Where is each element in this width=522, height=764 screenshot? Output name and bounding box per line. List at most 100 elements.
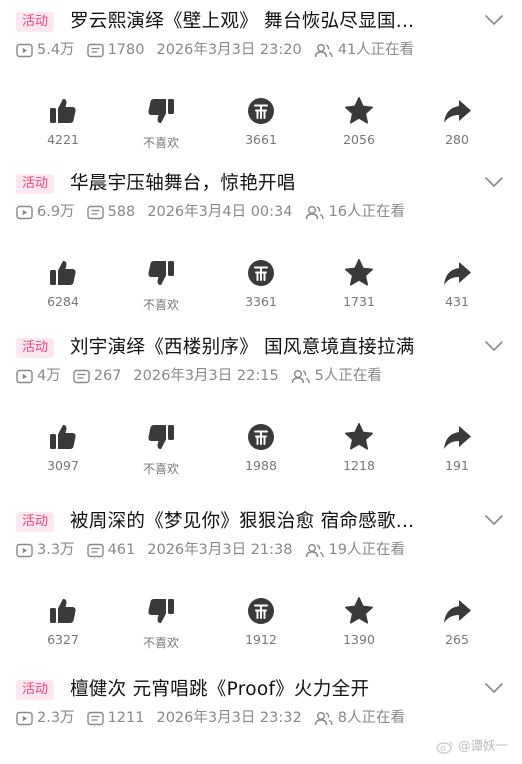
like-button[interactable]: 3097 [23,422,103,473]
comment-count-icon [86,205,104,219]
video-title[interactable]: 刘宇演绎《西楼别序》 国风意境直接拉满 [70,334,415,362]
comment-count: 1780 [107,42,145,58]
activity-tag: 活动 [16,174,55,194]
favorite-button[interactable]: 2056 [319,96,399,147]
star-icon [345,597,373,624]
viewers-icon [314,711,333,725]
coin-button[interactable]: 3661 [221,96,301,147]
favorite-button[interactable]: 1731 [319,258,399,309]
item-meta-row: 3.3万 461 2026年3月3日 21:38 19人正在看 [16,539,496,561]
item-title-row[interactable]: 活动 被周深的《梦见你》狠狠治愈 宿命感歌... [16,508,506,536]
favorite-label: 1731 [343,294,375,309]
coin-icon [248,260,274,286]
like-button[interactable]: 6327 [23,596,103,647]
viewers-icon [305,205,324,219]
action-bar: 3097 不喜欢 1988 1218 191 [0,422,522,482]
comment-count-icon [86,543,104,557]
chevron-down-icon[interactable] [482,336,506,356]
item-meta-row: 2.3万 1211 2026年3月3日 23:32 8人正在看 [16,707,496,729]
share-label: 280 [445,132,469,147]
coin-button[interactable]: 3361 [221,258,301,309]
dislike-button[interactable]: 不喜欢 [121,422,201,476]
like-button[interactable]: 4221 [23,96,103,147]
coin-label: 1988 [245,458,277,473]
favorite-button[interactable]: 1218 [319,422,399,473]
dislike-label: 不喜欢 [142,462,179,476]
play-count-icon [16,369,33,383]
activity-tag: 活动 [16,512,55,532]
chevron-down-icon[interactable] [482,172,506,192]
dislike-button[interactable]: 不喜欢 [121,596,201,650]
share-icon [444,262,471,285]
favorite-label: 2056 [343,132,375,147]
coin-label: 1912 [245,632,277,647]
coin-button[interactable]: 1912 [221,596,301,647]
star-icon [345,259,373,286]
video-title[interactable]: 华晨宇压轴舞台，惊艳开唱 [70,170,296,198]
chevron-down-icon[interactable] [482,678,506,698]
play-count-icon [16,43,33,57]
like-label: 6284 [47,294,79,309]
watermark-text: @谭妖一 [457,738,508,753]
favorite-label: 1218 [343,458,375,473]
view-count: 2.3万 [37,710,75,726]
publish-time: 2026年3月4日 00:34 [147,204,293,220]
dislike-label: 不喜欢 [142,136,179,150]
comment-count: 1211 [107,710,145,726]
watching-count: 5人正在看 [314,368,382,384]
comment-count: 461 [107,542,136,558]
favorite-label: 1390 [343,632,375,647]
thumbs-up-icon [50,598,76,623]
dislike-button[interactable]: 不喜欢 [121,258,201,312]
thumbs-down-icon [148,599,174,624]
dislike-button[interactable]: 不喜欢 [121,96,201,150]
dislike-label: 不喜欢 [142,636,179,650]
coin-icon [248,424,274,450]
item-meta-row: 4万 267 2026年3月3日 22:15 5人正在看 [16,365,496,387]
watermark: @谭妖一 [436,735,508,754]
share-button[interactable]: 431 [417,258,497,309]
like-button[interactable]: 6284 [23,258,103,309]
favorite-button[interactable]: 1390 [319,596,399,647]
item-title-row[interactable]: 活动 罗云熙演绎《壁上观》 舞台恢弘尽显国... [16,8,506,36]
view-count: 6.9万 [37,204,75,220]
share-label: 191 [445,458,469,473]
share-label: 431 [445,294,469,309]
video-title[interactable]: 罗云熙演绎《壁上观》 舞台恢弘尽显国... [70,8,414,36]
item-title-row[interactable]: 活动 刘宇演绎《西楼别序》 国风意境直接拉满 [16,334,506,362]
play-count-icon [16,711,33,725]
thumbs-down-icon [148,261,174,286]
comment-count: 267 [93,368,122,384]
chevron-down-icon[interactable] [482,510,506,530]
play-count-icon [16,205,33,219]
coin-icon [248,98,274,124]
like-label: 3097 [47,458,79,473]
share-icon [444,100,471,123]
share-button[interactable]: 191 [417,422,497,473]
comment-count-icon [73,369,90,383]
like-label: 6327 [47,632,79,647]
like-label: 4221 [47,132,79,147]
activity-tag: 活动 [16,338,55,358]
publish-time: 2026年3月3日 21:38 [147,542,293,558]
publish-time: 2026年3月3日 23:20 [156,42,302,58]
item-title-row[interactable]: 活动 华晨宇压轴舞台，惊艳开唱 [16,170,506,198]
view-count: 3.3万 [37,542,75,558]
view-count: 4万 [37,368,61,384]
video-title[interactable]: 檀健次 元宵唱跳《Proof》火力全开 [70,676,369,704]
share-button[interactable]: 265 [417,596,497,647]
weibo-logo-icon [436,740,454,754]
action-bar: 6284 不喜欢 3361 1731 431 [0,258,522,318]
video-title[interactable]: 被周深的《梦见你》狠狠治愈 宿命感歌... [70,508,414,536]
chevron-down-icon[interactable] [482,10,506,30]
coin-button[interactable]: 1988 [221,422,301,473]
item-meta-row: 5.4万 1780 2026年3月3日 23:20 41人正在看 [16,39,496,61]
viewers-icon [314,43,333,57]
viewers-icon [305,543,324,557]
action-bar: 6327 不喜欢 1912 1390 265 [0,596,522,656]
item-title-row[interactable]: 活动 檀健次 元宵唱跳《Proof》火力全开 [16,676,506,704]
share-button[interactable]: 280 [417,96,497,147]
publish-time: 2026年3月3日 22:15 [133,368,279,384]
publish-time: 2026年3月3日 23:32 [156,710,302,726]
coin-icon [248,598,274,624]
